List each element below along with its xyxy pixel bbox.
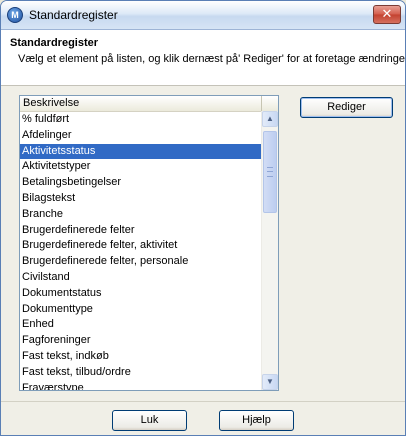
column-header-beskrivelse[interactable]: Beskrivelse	[20, 96, 262, 111]
dialog-window: M Standardregister ✕ Standardregister Væ…	[0, 0, 406, 436]
list-item[interactable]: Dokumenttype	[20, 302, 262, 318]
list-rows: % fuldført Afdelinger Aktivitetsstatus Akti…	[20, 112, 262, 390]
header-title: Standardregister	[10, 37, 99, 49]
list-item[interactable]: Enhed	[20, 317, 262, 333]
list-item[interactable]: Brugerdefinerede felter	[20, 223, 262, 239]
dialog-header: Standardregister Vælg et element på list…	[1, 30, 405, 86]
list-item[interactable]: Aktivitetstyper	[20, 159, 262, 175]
list-item[interactable]: Fagforeninger	[20, 333, 262, 349]
list-item[interactable]: Bilagstekst	[20, 191, 262, 207]
grip-icon	[267, 167, 273, 177]
footer-divider	[1, 401, 405, 402]
list-item[interactable]: Fraværstype	[20, 381, 262, 390]
vertical-scrollbar[interactable]: ▲ ▼	[261, 111, 278, 390]
rediger-button[interactable]: Rediger	[300, 97, 393, 118]
list-item[interactable]: Brugerdefinerede felter, aktivitet	[20, 238, 262, 254]
chevron-down-icon[interactable]: ▼	[262, 374, 278, 390]
list-item[interactable]: Brugerdefinerede felter, personale	[20, 254, 262, 270]
list-item[interactable]: Fast tekst, indkøb	[20, 349, 262, 365]
list-item[interactable]: Fast tekst, tilbud/ordre	[20, 365, 262, 381]
list-item[interactable]: Afdelinger	[20, 128, 262, 144]
scrollbar-thumb[interactable]	[263, 131, 277, 213]
register-list[interactable]: Beskrivelse % fuldført Afdelinger Aktivite…	[19, 95, 279, 391]
list-item[interactable]: Civilstand	[20, 270, 262, 286]
list-item[interactable]: Betalingsbetingelser	[20, 175, 262, 191]
luk-button[interactable]: Luk	[112, 410, 187, 431]
app-logo-icon: M	[7, 7, 23, 23]
list-item[interactable]: % fuldført	[20, 112, 262, 128]
close-button[interactable]: ✕	[373, 5, 401, 24]
list-header: Beskrivelse	[20, 96, 278, 112]
header-description: Vælg et element på listen, og klik dernæ…	[18, 53, 406, 65]
window-title: Standardregister	[29, 8, 118, 22]
chevron-up-icon[interactable]: ▲	[262, 111, 278, 127]
list-item[interactable]: Aktivitetsstatus	[20, 143, 262, 160]
list-item[interactable]: Dokumentstatus	[20, 286, 262, 302]
list-item[interactable]: Branche	[20, 207, 262, 223]
hjaelp-button[interactable]: Hjælp	[219, 410, 294, 431]
title-bar[interactable]: M Standardregister ✕	[1, 1, 405, 30]
